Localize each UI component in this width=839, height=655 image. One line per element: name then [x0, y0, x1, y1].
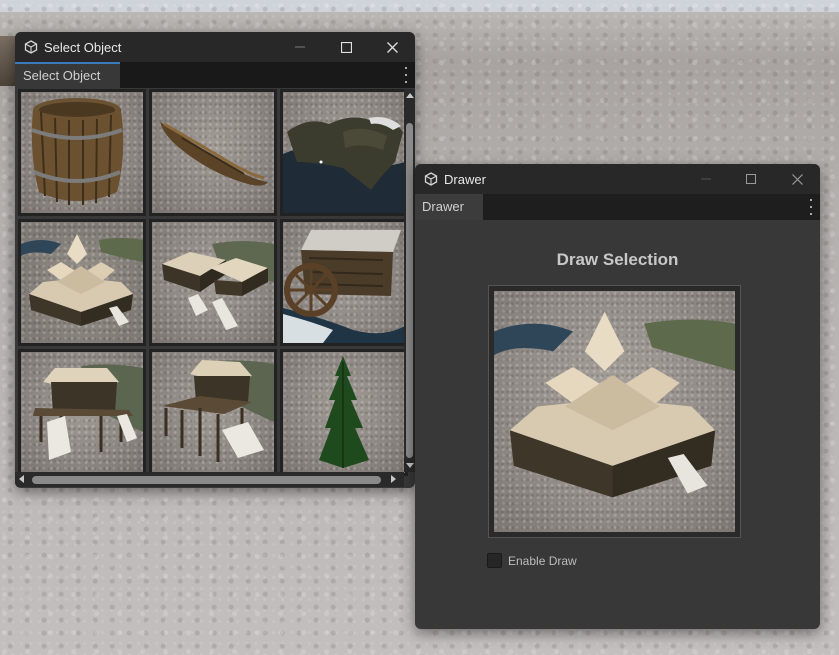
window-title: Drawer	[444, 171, 486, 187]
tab-strip: Drawer	[415, 194, 820, 220]
dock-house-icon	[33, 364, 143, 460]
scene-object-partial	[0, 36, 15, 86]
longhouse-cross-icon	[21, 234, 143, 326]
minimize-icon	[701, 178, 711, 180]
more-options-icon[interactable]	[403, 67, 409, 83]
maximize-icon	[746, 174, 756, 184]
longhouse-cross-icon	[494, 311, 735, 498]
vertical-scrollbar[interactable]	[404, 89, 415, 472]
minimize-button[interactable]	[683, 164, 729, 194]
drawer-titlebar[interactable]: Drawer	[415, 164, 820, 194]
vertical-scroll-thumb[interactable]	[406, 123, 413, 458]
longhouse-stairs-icon	[162, 241, 274, 330]
enable-draw-checkbox[interactable]	[487, 553, 502, 568]
tab-drawer[interactable]: Drawer	[415, 194, 483, 220]
maximize-button[interactable]	[728, 164, 774, 194]
scroll-down-icon[interactable]	[406, 463, 414, 468]
grid-item-dock-house[interactable]	[18, 349, 146, 476]
enable-draw-row[interactable]: Enable Draw	[487, 553, 577, 568]
scroll-up-icon[interactable]	[406, 93, 414, 98]
drawer-window: Drawer Drawer Draw Selection Enable Draw	[415, 164, 820, 629]
select-object-titlebar[interactable]: Select Object	[15, 32, 415, 62]
stilt-house-icon	[162, 360, 274, 462]
maximize-icon	[340, 41, 352, 53]
tab-select-object[interactable]: Select Object	[15, 62, 120, 88]
grid-item-barrel[interactable]	[18, 89, 146, 216]
enable-draw-label: Enable Draw	[508, 553, 577, 568]
horizontal-scrollbar[interactable]	[15, 472, 404, 487]
close-icon	[791, 173, 803, 185]
grid-item-longhouse-stairs[interactable]	[149, 219, 277, 346]
close-button[interactable]	[369, 32, 415, 62]
pine-tree-icon	[319, 356, 369, 468]
maximize-button[interactable]	[323, 32, 369, 62]
grid-item-watermill[interactable]	[280, 219, 408, 346]
window-title: Select Object	[44, 39, 122, 55]
more-options-icon[interactable]	[808, 199, 814, 215]
close-icon	[386, 41, 398, 53]
unity-cube-icon	[424, 172, 438, 186]
tab-strip: Select Object	[15, 62, 415, 88]
unity-cube-icon	[24, 40, 38, 54]
grid-item-stilt-house[interactable]	[149, 349, 277, 476]
watermill-icon	[283, 230, 405, 343]
object-grid	[18, 89, 408, 476]
grid-item-terrain[interactable]	[280, 89, 408, 216]
selection-preview	[488, 285, 741, 538]
minimize-icon	[295, 46, 305, 48]
scroll-right-icon[interactable]	[391, 475, 396, 483]
scroll-left-icon[interactable]	[19, 475, 24, 483]
close-button[interactable]	[774, 164, 820, 194]
grid-item-longhouse-cross[interactable]	[18, 219, 146, 346]
horizontal-scroll-thumb[interactable]	[32, 476, 381, 484]
minimize-button[interactable]	[277, 32, 323, 62]
barrel-icon	[31, 98, 124, 205]
select-object-window: Select Object Select Object	[15, 32, 415, 488]
terrain-icon	[283, 117, 405, 213]
grid-item-boat[interactable]	[149, 89, 277, 216]
draw-selection-heading: Draw Selection	[556, 250, 679, 269]
grid-item-pine-tree[interactable]	[280, 349, 408, 476]
boat-icon	[160, 122, 268, 186]
